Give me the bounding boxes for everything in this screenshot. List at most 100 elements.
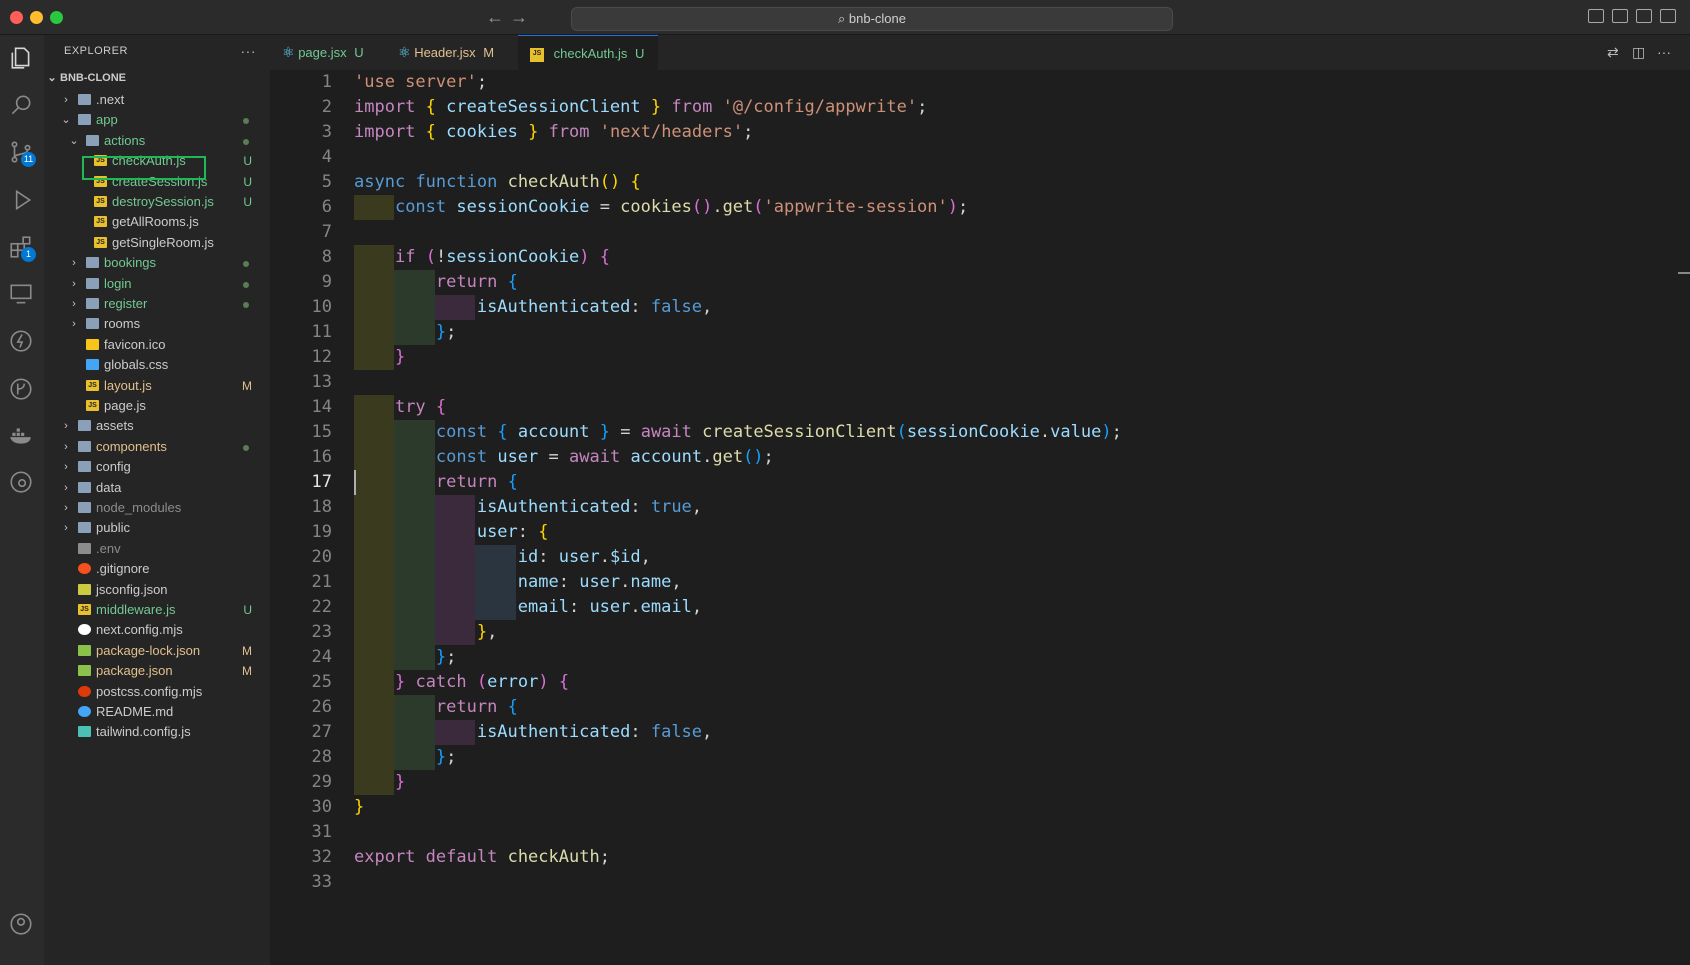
code-line[interactable]: return { xyxy=(354,470,518,495)
tree-item[interactable]: JS layout.js M xyxy=(44,375,270,397)
tree-item[interactable]: JS getSingleRoom.js xyxy=(44,232,270,254)
tree-item[interactable]: › components xyxy=(44,436,270,458)
run-debug-icon[interactable] xyxy=(8,187,34,213)
maximize-window-button[interactable] xyxy=(50,11,63,24)
tree-item[interactable]: › node_modules xyxy=(44,497,270,519)
code-line[interactable]: } xyxy=(354,770,405,795)
code-line[interactable]: user: { xyxy=(354,520,549,545)
code-line[interactable]: const { account } = await createSessionC… xyxy=(354,420,1122,445)
back-arrow-icon[interactable]: ← xyxy=(486,7,504,28)
info-icon xyxy=(78,706,91,717)
workspace-root[interactable]: ⌄ BNB-CLONE xyxy=(44,67,270,89)
chevron-right-icon: › xyxy=(64,440,68,453)
gitlens-icon[interactable] xyxy=(8,469,34,495)
forward-arrow-icon[interactable]: → xyxy=(510,7,528,28)
tree-item[interactable]: › data xyxy=(44,477,270,499)
code-line[interactable]: } xyxy=(354,795,364,820)
tree-item[interactable]: jsconfig.json xyxy=(44,579,270,601)
tree-item[interactable]: ⌄ app xyxy=(44,109,270,131)
more-actions-icon[interactable]: ··· xyxy=(241,35,257,67)
toggle-primary-sidebar-icon[interactable] xyxy=(1588,9,1604,23)
code-line[interactable]: async function checkAuth() { xyxy=(354,170,641,195)
tree-item[interactable]: › rooms xyxy=(44,313,270,335)
tab-header-jsx[interactable]: ⚛ Header.jsx M xyxy=(386,35,518,70)
code-line[interactable]: export default checkAuth; xyxy=(354,845,610,870)
tab-checkauth-js[interactable]: JS checkAuth.js U ✕ xyxy=(518,35,658,96)
code-line[interactable]: isAuthenticated: false, xyxy=(354,720,712,745)
source-control-icon[interactable]: 11 xyxy=(8,139,36,167)
code-token: user xyxy=(497,447,539,467)
minimize-window-button[interactable] xyxy=(30,11,43,24)
code-token: isAuthenticated xyxy=(476,497,631,517)
tree-item[interactable]: .gitignore xyxy=(44,558,270,580)
tree-item[interactable]: › config xyxy=(44,456,270,478)
code-line[interactable]: id: user.$id, xyxy=(354,545,651,570)
code-line[interactable]: email: user.email, xyxy=(354,595,702,620)
code-line[interactable]: 'use server'; xyxy=(354,70,487,95)
tree-item[interactable]: › assets xyxy=(44,415,270,437)
code-line[interactable]: const sessionCookie = cookies().get('app… xyxy=(354,195,968,220)
code-token: user xyxy=(579,572,621,592)
docker-icon[interactable] xyxy=(8,423,34,449)
code-line[interactable]: import { createSessionClient } from '@/c… xyxy=(354,95,927,120)
tree-item[interactable]: postcss.config.mjs xyxy=(44,681,270,703)
code-token: } xyxy=(354,797,365,817)
tree-item[interactable]: package.json M xyxy=(44,660,270,682)
code-token: . xyxy=(702,447,713,467)
remote-explorer-icon[interactable] xyxy=(8,281,34,307)
lightning-icon[interactable] xyxy=(8,328,34,354)
tree-item[interactable]: › .next xyxy=(44,89,270,111)
accounts-icon[interactable] xyxy=(8,911,34,937)
tree-item[interactable]: globals.css xyxy=(44,354,270,376)
code-token: get xyxy=(712,447,744,467)
tab-page-jsx[interactable]: ⚛ page.jsx U xyxy=(270,35,386,70)
tree-item[interactable]: JS page.js xyxy=(44,395,270,417)
tree-item[interactable]: tailwind.config.js xyxy=(44,721,270,743)
code-line[interactable]: } catch (error) { xyxy=(354,670,569,695)
code-line[interactable]: return { xyxy=(354,270,518,295)
code-line[interactable]: isAuthenticated: false, xyxy=(354,295,712,320)
toggle-secondary-sidebar-icon[interactable] xyxy=(1636,9,1652,23)
tree-item[interactable]: .env xyxy=(44,538,270,560)
code-editor[interactable]: 1 2 3 4 5 6 7 8 9 10 11 12 13 14 15 16 17 18 19 20 21 22 23 24 2… xyxy=(270,70,1690,965)
tree-item[interactable]: package-lock.json M xyxy=(44,640,270,662)
tree-item[interactable]: › register xyxy=(44,293,270,315)
tree-item[interactable]: JS getAllRooms.js xyxy=(44,211,270,233)
code-line[interactable]: const user = await account.get(); xyxy=(354,445,774,470)
code-line[interactable]: }, xyxy=(354,620,498,645)
code-line[interactable]: isAuthenticated: true, xyxy=(354,495,702,520)
tree-item[interactable]: › login xyxy=(44,273,270,295)
customize-layout-icon[interactable] xyxy=(1660,9,1676,23)
code-line[interactable]: name: user.name, xyxy=(354,570,682,595)
code-line[interactable]: import { cookies } from 'next/headers'; xyxy=(354,120,753,145)
git-graph-icon[interactable] xyxy=(8,376,34,402)
tree-item[interactable]: JS destroySession.js U xyxy=(44,191,270,213)
tree-item[interactable]: README.md xyxy=(44,701,270,723)
code-token: { xyxy=(507,472,518,492)
more-actions-icon[interactable]: ··· xyxy=(1657,44,1673,60)
search-icon[interactable] xyxy=(8,92,34,118)
code-line[interactable]: if (!sessionCookie) { xyxy=(354,245,610,270)
tree-item[interactable]: JS middleware.js U xyxy=(44,599,270,621)
tree-item[interactable]: ⌄ actions xyxy=(44,130,270,152)
tree-item[interactable]: next.config.mjs xyxy=(44,619,270,641)
code-line[interactable]: }; xyxy=(354,645,457,670)
close-window-button[interactable] xyxy=(10,11,23,24)
tree-item[interactable]: › bookings xyxy=(44,252,270,274)
explorer-icon[interactable] xyxy=(8,45,34,71)
split-editor-icon[interactable]: ◫ xyxy=(1632,44,1648,60)
tree-item[interactable]: › public xyxy=(44,517,270,539)
chevron-right-icon: › xyxy=(72,257,76,270)
extensions-icon[interactable]: 1 xyxy=(8,234,36,262)
code-line[interactable]: return { xyxy=(354,695,518,720)
tree-item[interactable]: favicon.ico xyxy=(44,334,270,356)
code-line[interactable]: try { xyxy=(354,395,446,420)
open-changes-icon[interactable]: ⇄ xyxy=(1607,44,1623,60)
code-line[interactable]: }; xyxy=(354,320,457,345)
toggle-panel-icon[interactable] xyxy=(1612,9,1628,23)
code-line[interactable]: } xyxy=(354,345,405,370)
code-line[interactable]: }; xyxy=(354,745,457,770)
command-center-search[interactable]: ⌕ bnb-clone xyxy=(571,7,1173,31)
